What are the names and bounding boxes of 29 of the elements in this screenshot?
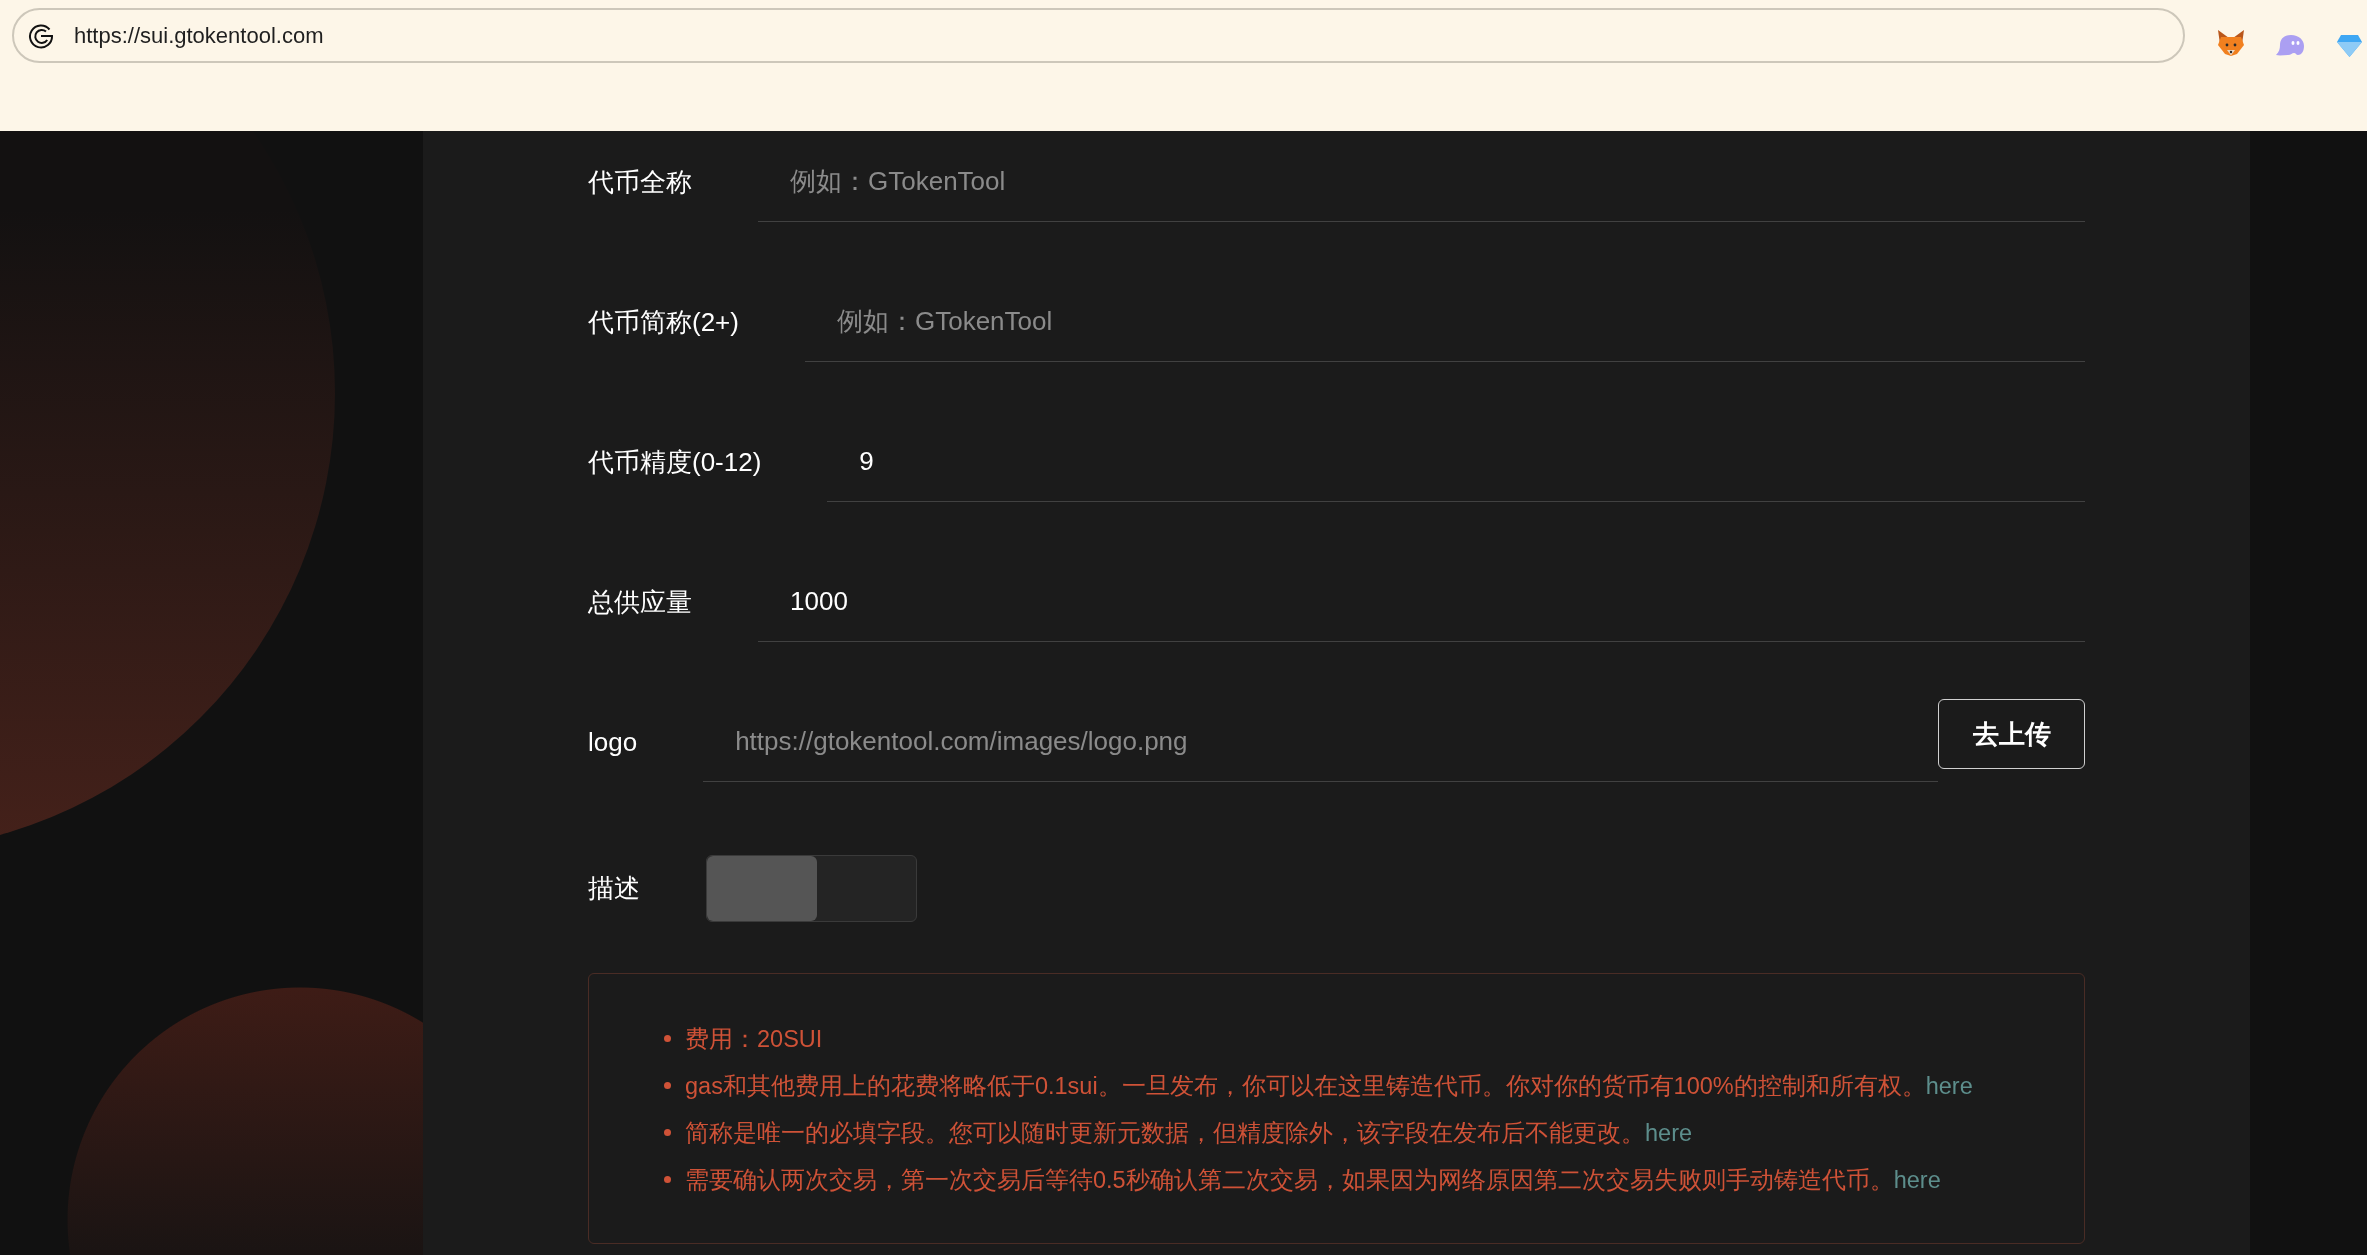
note-text: 简称是唯一的必填字段。您可以随时更新元数据，但精度除外，该字段在发布后不能更改。here — [685, 1118, 1693, 1148]
text-input[interactable]: 例如：GTokenTool — [804, 282, 2085, 362]
circle-logo-icon — [28, 22, 54, 49]
ghost-icon[interactable] — [2276, 35, 2304, 56]
text-input[interactable]: 9 — [827, 422, 2085, 502]
fox-icon[interactable] — [2217, 30, 2245, 56]
note-text: gas和其他费用上的花费将略低于0.1sui。一旦发布，你可以在这里铸造代币。你对你的货币有100%的控制和所有权。here — [685, 1071, 1973, 1101]
text-input[interactable]: 1000 — [758, 562, 2085, 642]
here-link[interactable]: here — [1893, 1166, 1941, 1193]
url-input[interactable]: https://gtokentool.com/images/logo.png — [703, 702, 1938, 782]
diamond-icon[interactable] — [2337, 35, 2362, 57]
here-link[interactable]: here — [1645, 1119, 1693, 1146]
bullet-icon — [664, 1082, 671, 1089]
here-link[interactable]: here — [1925, 1072, 1973, 1099]
field-label: 代币精度(0-12) — [588, 445, 762, 479]
toggle-switch[interactable] — [706, 854, 917, 922]
field-label: logo — [588, 726, 638, 758]
bullet-icon — [664, 1035, 671, 1042]
bullet-icon — [664, 1176, 671, 1183]
note-text: 需要确认两次交易，第一次交易后等待0.5秒确认第二次交易，如果因为网络原因第二次交易失败则手动铸造代币。here — [685, 1165, 1941, 1195]
field-label: 代币全称 — [588, 165, 692, 199]
field-label: 描述 — [588, 871, 640, 905]
text-input[interactable]: 例如：GTokenTool — [758, 142, 2085, 222]
note-text: 费用：20SUI — [685, 1024, 823, 1054]
bullet-icon — [664, 1129, 671, 1136]
field-label: 总供应量 — [588, 585, 692, 619]
address-bar[interactable]: https://sui.gtokentool.com — [12, 8, 2185, 63]
upload-button[interactable]: 去上传 — [1938, 699, 2085, 769]
field-label: 代币简称(2+) — [588, 305, 739, 339]
